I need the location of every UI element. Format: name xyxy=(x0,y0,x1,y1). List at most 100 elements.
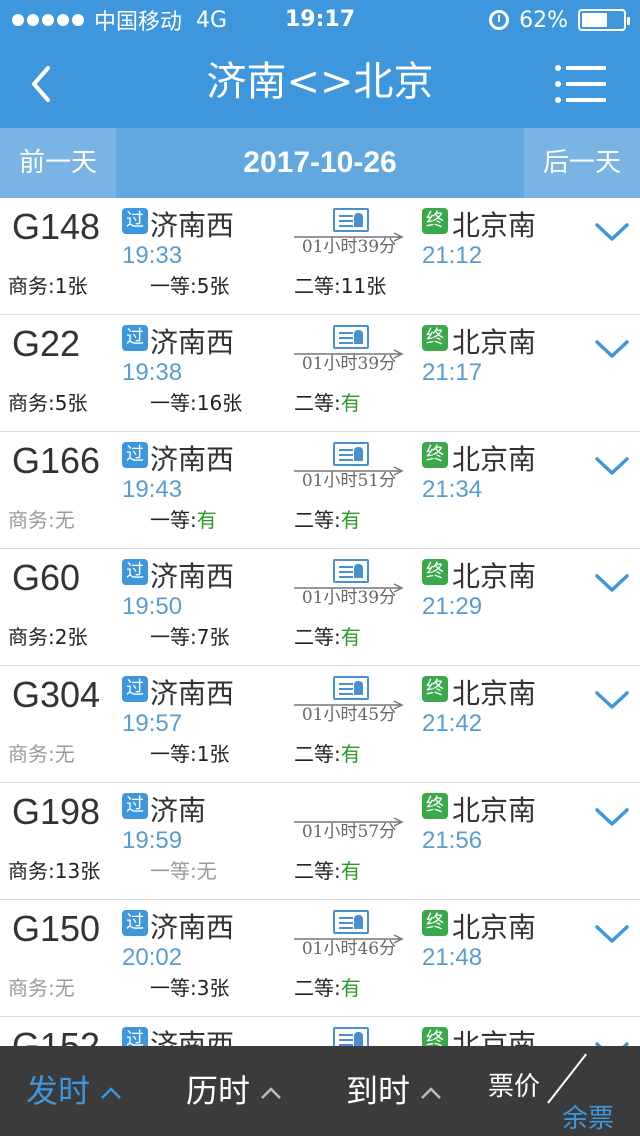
chevron-down-icon[interactable] xyxy=(594,337,630,361)
seat-class-label: 二等: xyxy=(294,274,341,298)
seat-availability: 无 xyxy=(54,976,75,1000)
seat-class-label: 一等: xyxy=(150,391,197,415)
chevron-down-icon[interactable] xyxy=(594,922,630,946)
sort-by-duration-button[interactable]: 历时 xyxy=(186,1046,282,1136)
seat-availability: 5张 xyxy=(196,274,230,298)
train-number: G150 xyxy=(12,908,101,949)
chevron-down-icon[interactable] xyxy=(594,1039,630,1046)
terminal-badge: 终 xyxy=(422,793,448,819)
business-class-seats: 商务:5张 xyxy=(8,387,87,416)
second-class-seats: 二等:有 xyxy=(294,621,361,650)
battery-level xyxy=(582,13,607,27)
chevron-up-icon xyxy=(421,1087,441,1099)
first-class-seats: 一等:无 xyxy=(150,855,217,884)
seat-availability: 有 xyxy=(340,742,361,766)
train-number: G166 xyxy=(12,440,101,481)
seat-availability: 有 xyxy=(340,508,361,532)
menu-button[interactable] xyxy=(554,62,606,106)
travel-duration: 01小时39分 xyxy=(301,354,397,374)
terminal-badge: 终 xyxy=(422,676,448,702)
arrival-station: 北京南 xyxy=(452,1028,537,1046)
pass-through-badge: 过 xyxy=(122,1027,148,1046)
pass-through-badge: 过 xyxy=(122,208,148,234)
train-number: G198 xyxy=(12,791,101,832)
second-class-seats: 二等:有 xyxy=(294,387,361,416)
id-card-icon xyxy=(333,325,369,349)
seat-availability: 16张 xyxy=(196,391,243,415)
arrival-time: 21:42 xyxy=(422,710,483,737)
back-button[interactable] xyxy=(14,54,74,114)
arrival-time: 21:17 xyxy=(422,359,483,386)
pass-through-badge: 过 xyxy=(122,793,148,819)
departure-station: 济南西 xyxy=(150,326,235,359)
prev-day-button[interactable]: 前一天 xyxy=(0,128,116,198)
chevron-down-icon[interactable] xyxy=(594,454,630,478)
next-day-button[interactable]: 后一天 xyxy=(524,128,640,198)
arrival-station: 北京南 xyxy=(452,326,537,359)
seat-availability: 1张 xyxy=(54,274,88,298)
remaining-tickets-label: 余票 xyxy=(562,1104,615,1134)
chevron-down-icon[interactable] xyxy=(594,571,630,595)
first-class-seats: 一等:16张 xyxy=(150,387,242,416)
travel-duration: 01小时46分 xyxy=(301,939,397,959)
battery-percent: 62% xyxy=(519,7,568,33)
id-card-icon xyxy=(333,1027,369,1046)
seat-class-label: 一等: xyxy=(150,274,197,298)
battery-icon xyxy=(578,9,630,31)
first-class-seats: 一等:7张 xyxy=(150,621,229,650)
terminal-badge: 终 xyxy=(422,208,448,234)
train-row[interactable]: G304 过济南西 19:57 01小时45分 终北京南 21:42 商务:无 一等:1张 二等… xyxy=(0,666,640,783)
train-number: G152 xyxy=(12,1025,101,1046)
pass-through-badge: 过 xyxy=(122,910,148,936)
seat-class-label: 二等: xyxy=(294,508,341,532)
seat-class-label: 商务: xyxy=(8,859,55,883)
seat-class-label: 一等: xyxy=(150,625,197,649)
sort-departure-label: 发时 xyxy=(26,1072,91,1110)
selected-date[interactable]: 2017-10-26 xyxy=(116,128,524,198)
seat-class-label: 一等: xyxy=(150,508,197,532)
id-card-icon xyxy=(333,559,369,583)
seat-class-label: 二等: xyxy=(294,976,341,1000)
first-class-seats: 一等:5张 xyxy=(150,270,229,299)
price-remain-toggle[interactable]: 票价 余票 xyxy=(478,1046,640,1136)
train-row[interactable]: G22 过济南西 19:38 01小时39分 终北京南 21:17 商务:5张 一等:16张 二… xyxy=(0,315,640,432)
train-number: G60 xyxy=(12,557,81,598)
train-row[interactable]: G150 过济南西 20:02 01小时46分 终北京南 21:48 商务:无 一等:3张 二等… xyxy=(0,900,640,1017)
business-class-seats: 商务:13张 xyxy=(8,855,100,884)
arrival-station: 北京南 xyxy=(452,443,537,476)
train-row[interactable]: G60 过济南西 19:50 01小时39分 终北京南 21:29 商务:2张 一等:7张 二等… xyxy=(0,549,640,666)
alarm-icon xyxy=(489,10,510,30)
train-row[interactable]: G152 过济南西 终北京南 xyxy=(0,1017,640,1046)
train-row[interactable]: G148 过济南西 19:33 01小时39分 终北京南 21:12 商务:1张 一等:5张 二… xyxy=(0,198,640,315)
business-class-seats: 商务:无 xyxy=(8,738,75,767)
seat-class-label: 一等: xyxy=(150,976,197,1000)
seat-class-label: 二等: xyxy=(294,625,341,649)
departure-station: 济南西 xyxy=(150,677,235,710)
pass-through-badge: 过 xyxy=(122,676,148,702)
status-bar: 中国移动 4G 19:17 62% xyxy=(0,0,640,40)
seat-availability: 1张 xyxy=(196,742,230,766)
train-row[interactable]: G198 过济南 19:59 01小时57分 终北京南 21:56 商务:13张 一等:无 二等… xyxy=(0,783,640,900)
train-row[interactable]: G166 过济南西 19:43 01小时51分终北京南 21:34 商务:无 一等:有 二等:… xyxy=(0,432,640,549)
seat-availability: 有 xyxy=(196,508,217,532)
train-number: G304 xyxy=(12,674,101,715)
list-menu-icon xyxy=(555,65,606,103)
seat-availability: 无 xyxy=(196,859,217,883)
chevron-down-icon[interactable] xyxy=(594,805,630,829)
chevron-down-icon[interactable] xyxy=(594,220,630,244)
departure-station: 济南 xyxy=(150,794,207,827)
sort-by-departure-button[interactable]: 发时 xyxy=(26,1046,122,1136)
seat-class-label: 商务: xyxy=(8,508,55,532)
sort-by-arrival-button[interactable]: 到时 xyxy=(346,1046,442,1136)
nav-bar: 济南<>北京 xyxy=(0,40,640,128)
seat-availability: 有 xyxy=(340,859,361,883)
business-class-seats: 商务:2张 xyxy=(8,621,87,650)
arrival-station: 北京南 xyxy=(452,794,537,827)
seat-class-label: 一等: xyxy=(150,859,197,883)
terminal-badge: 终 xyxy=(422,325,448,351)
seat-availability: 有 xyxy=(340,625,361,649)
sort-duration-label: 历时 xyxy=(186,1072,251,1110)
arrival-time: 21:48 xyxy=(422,944,483,971)
chevron-down-icon[interactable] xyxy=(594,688,630,712)
pass-through-badge: 过 xyxy=(122,559,148,585)
